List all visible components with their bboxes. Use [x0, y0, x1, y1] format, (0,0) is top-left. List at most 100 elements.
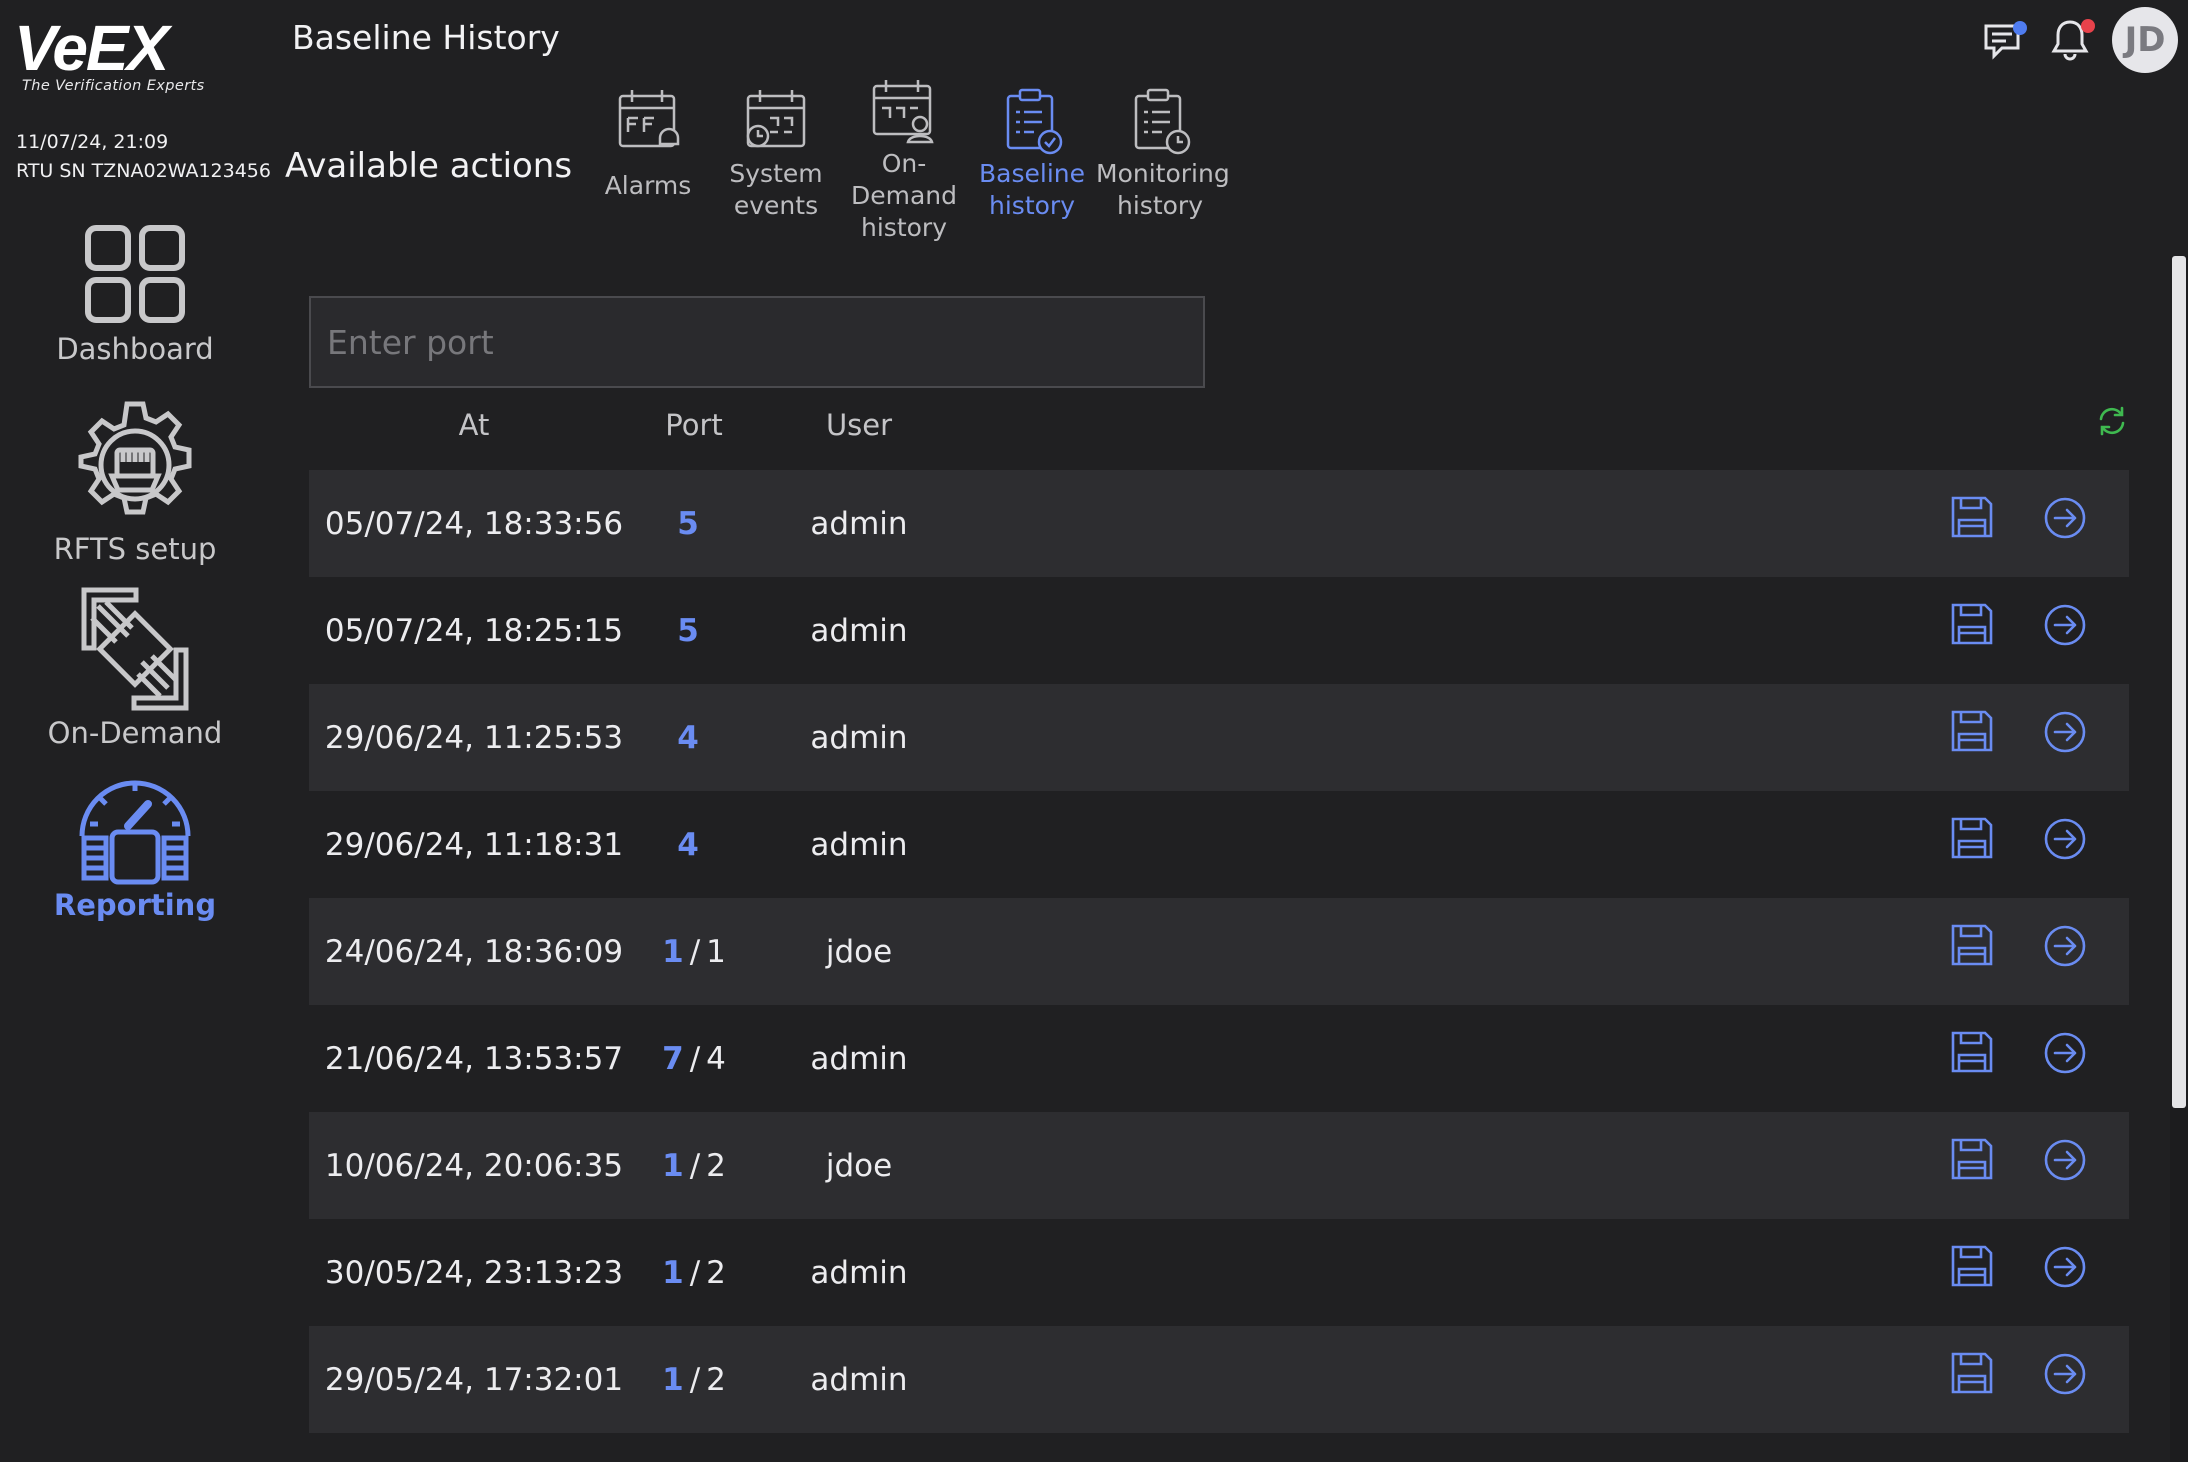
- on-demand-icon: [81, 587, 189, 711]
- chat-unread-dot: [2013, 21, 2027, 35]
- table-row[interactable]: 29/06/24, 11:25:53 4 admin: [309, 684, 2129, 791]
- save-button[interactable]: [1949, 922, 1995, 968]
- tab-on-demand-history[interactable]: On-Demand history: [840, 76, 968, 244]
- save-button[interactable]: [1949, 1029, 1995, 1075]
- row-user: admin: [810, 505, 908, 542]
- sidebar-item-dashboard[interactable]: Dashboard: [0, 220, 270, 366]
- user-avatar[interactable]: JD: [2112, 7, 2178, 73]
- table-row[interactable]: 30/05/24, 23:13:23 1/2 admin: [309, 1219, 2129, 1326]
- row-port-separator: /: [689, 1361, 701, 1398]
- table-row[interactable]: 05/07/24, 18:25:15 5 admin: [309, 577, 2129, 684]
- alarms-calendar-icon: [618, 90, 680, 148]
- tab-baseline-history[interactable]: Baseline history: [968, 86, 1096, 244]
- sidebar-label-dashboard: Dashboard: [56, 332, 214, 366]
- row-timestamp: 29/05/24, 17:32:01: [324, 1361, 624, 1398]
- table-row[interactable]: 29/06/24, 11:18:31 4 admin: [309, 791, 2129, 898]
- row-port-sub: 2: [706, 1147, 726, 1184]
- arrow-right-circle-icon: [2044, 1139, 2086, 1181]
- notifications-button[interactable]: [2046, 16, 2095, 64]
- row-timestamp: 24/06/24, 18:36:09: [324, 933, 624, 970]
- tab-label-monitoring-history: Monitoring history: [1096, 159, 1230, 220]
- row-port: 1/2: [609, 1219, 779, 1326]
- tab-system-events[interactable]: System events: [712, 86, 840, 244]
- monitoring-history-icon: [1134, 88, 1191, 155]
- row-port: 4: [609, 791, 779, 898]
- open-button[interactable]: [2043, 817, 2087, 861]
- row-port: 5: [609, 577, 779, 684]
- save-button[interactable]: [1949, 1136, 1995, 1182]
- row-timestamp: 05/07/24, 18:25:15: [324, 612, 624, 649]
- floppy-save-icon: [1951, 924, 1993, 966]
- open-button[interactable]: [2043, 1031, 2087, 1075]
- tab-label-system-events: System events: [729, 159, 823, 220]
- row-port: 1/1: [609, 898, 779, 1005]
- row-user: admin: [810, 1361, 908, 1398]
- row-port-number: 5: [677, 505, 699, 542]
- sidebar-item-rfts-setup[interactable]: RFTS setup: [0, 400, 270, 566]
- scrollbar-thumb[interactable]: [2172, 256, 2186, 1108]
- save-button[interactable]: [1949, 1243, 1995, 1289]
- open-button[interactable]: [2043, 1138, 2087, 1182]
- row-port-number: 1: [662, 1147, 684, 1184]
- header-icons: JD: [1980, 6, 2178, 74]
- row-user: admin: [810, 826, 908, 863]
- row-timestamp: 29/06/24, 11:18:31: [324, 826, 624, 863]
- sidebar-label-on-demand: On-Demand: [47, 716, 223, 750]
- arrow-right-circle-icon: [2044, 711, 2086, 753]
- tab-monitoring-history[interactable]: Monitoring history: [1096, 86, 1230, 244]
- open-button[interactable]: [2043, 710, 2087, 754]
- row-port-sub: 2: [706, 1361, 726, 1398]
- row-port-separator: /: [689, 1147, 701, 1184]
- chat-button[interactable]: [1980, 16, 2028, 64]
- row-port-number: 1: [662, 1361, 684, 1398]
- open-button[interactable]: [2043, 603, 2087, 647]
- table-row[interactable]: 29/05/24, 17:32:01 1/2 admin: [309, 1326, 2129, 1433]
- save-button[interactable]: [1949, 815, 1995, 861]
- tab-label-on-demand-history: On-Demand history: [850, 149, 958, 242]
- save-button[interactable]: [1949, 1350, 1995, 1396]
- row-user: admin: [810, 719, 908, 756]
- sidebar-item-reporting[interactable]: Reporting: [0, 766, 270, 922]
- row-port: 7/4: [609, 1005, 779, 1112]
- open-button[interactable]: [2043, 496, 2087, 540]
- sidebar-item-on-demand[interactable]: On-Demand: [0, 584, 270, 750]
- save-button[interactable]: [1949, 601, 1995, 647]
- open-button[interactable]: [2043, 1245, 2087, 1289]
- logo-text: VeEX: [14, 14, 173, 80]
- port-search-input[interactable]: [309, 296, 1205, 388]
- tab-label-alarms: Alarms: [604, 171, 692, 200]
- column-header-at: At: [458, 408, 490, 442]
- open-button[interactable]: [2043, 1352, 2087, 1396]
- table-row[interactable]: 05/07/24, 18:33:56 5 admin: [309, 470, 2129, 577]
- device-rtu-sn: RTU SN TZNA02WA123456: [16, 160, 271, 182]
- row-port-separator: /: [689, 1040, 701, 1077]
- floppy-save-icon: [1951, 1138, 1993, 1180]
- table-row[interactable]: 10/06/24, 20:06:35 1/2 jdoe: [309, 1112, 2129, 1219]
- row-timestamp: 10/06/24, 20:06:35: [324, 1147, 624, 1184]
- save-button[interactable]: [1949, 708, 1995, 754]
- floppy-save-icon: [1951, 710, 1993, 752]
- row-port-sub: 2: [706, 1254, 726, 1291]
- table-row[interactable]: 21/06/24, 13:53:57 7/4 admin: [309, 1005, 2129, 1112]
- row-timestamp: 21/06/24, 13:53:57: [324, 1040, 624, 1077]
- rfts-gear-icon: [78, 401, 192, 515]
- row-port-number: 4: [677, 826, 699, 863]
- tab-alarms[interactable]: Alarms: [584, 86, 712, 244]
- table-row[interactable]: 24/06/24, 18:36:09 1/1 jdoe: [309, 898, 2129, 1005]
- open-button[interactable]: [2043, 924, 2087, 968]
- save-button[interactable]: [1949, 494, 1995, 540]
- row-port-number: 4: [677, 719, 699, 756]
- action-tabs: Alarms System events On-Demand history B…: [584, 80, 1230, 244]
- page-title: Baseline History: [292, 18, 560, 57]
- row-port-sub: 4: [706, 1040, 726, 1077]
- notifications-unread-dot: [2081, 19, 2095, 33]
- on-demand-history-icon: [872, 80, 934, 144]
- row-timestamp: 29/06/24, 11:25:53: [324, 719, 624, 756]
- reporting-gauge-icon: [79, 780, 191, 885]
- arrow-right-circle-icon: [2044, 604, 2086, 646]
- row-user: admin: [810, 612, 908, 649]
- refresh-icon[interactable]: [2095, 404, 2129, 438]
- row-port-number: 1: [662, 933, 684, 970]
- row-user: admin: [810, 1040, 908, 1077]
- column-header-user: User: [825, 408, 893, 442]
